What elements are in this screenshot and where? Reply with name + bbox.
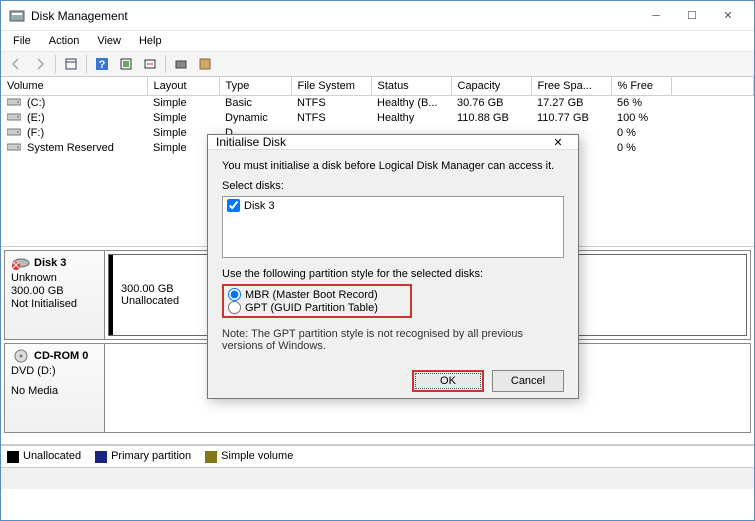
col-capacity[interactable]: Capacity (451, 77, 531, 95)
col-volume[interactable]: Volume (1, 77, 147, 95)
status-bar (1, 467, 754, 489)
cdrom-icon (11, 348, 31, 364)
dialog-message: You must initialise a disk before Logica… (222, 160, 564, 172)
menubar: File Action View Help (1, 31, 754, 51)
mbr-label: MBR (Master Boot Record) (245, 289, 378, 301)
gpt-label: GPT (GUID Partition Table) (245, 302, 378, 314)
properties-button[interactable] (194, 54, 216, 74)
rescan-button[interactable] (139, 54, 161, 74)
drive-icon (7, 112, 21, 122)
maximize-button[interactable]: ☐ (674, 5, 710, 27)
cell-fs: NTFS (291, 111, 371, 126)
disk3-size: 300.00 GB (11, 285, 98, 297)
dialog-close-button[interactable]: ✕ (546, 136, 570, 149)
cell-status: Healthy (371, 111, 451, 126)
cell-pct: 0 % (611, 126, 671, 141)
legend-primary: Primary partition (111, 450, 191, 462)
app-icon (9, 8, 25, 24)
cell-volume: System Reserved (21, 141, 147, 156)
cell-layout: Simple (147, 95, 219, 111)
cancel-button[interactable]: Cancel (492, 370, 564, 392)
refresh-button[interactable] (115, 54, 137, 74)
cell-layout: Simple (147, 111, 219, 126)
legend: Unallocated Primary partition Simple vol… (1, 445, 754, 467)
cell-status: Healthy (B... (371, 95, 451, 111)
svg-text:?: ? (99, 59, 106, 71)
ok-button[interactable]: OK (412, 370, 484, 392)
disk-list[interactable]: Disk 3 (222, 196, 564, 258)
menu-view[interactable]: View (89, 33, 129, 49)
window-title: Disk Management (31, 9, 638, 23)
partition-style-label: Use the following partition style for th… (222, 268, 564, 280)
select-disks-label: Select disks: (222, 180, 564, 192)
table-row[interactable]: (C:) Simple Basic NTFS Healthy (B... 30.… (1, 95, 754, 111)
disk3-status: Unknown (11, 272, 98, 284)
col-freespace[interactable]: Free Spa... (531, 77, 611, 95)
back-button (5, 54, 27, 74)
col-fs[interactable]: File System (291, 77, 371, 95)
disk3-init: Not Initialised (11, 298, 98, 310)
close-button[interactable]: ✕ (710, 5, 746, 27)
drive-icon (7, 142, 21, 152)
cdrom-type: DVD (D:) (11, 365, 98, 377)
cell-type: Basic (219, 95, 291, 111)
disk3-name: Disk 3 (34, 257, 66, 269)
cell-free: 110.77 GB (531, 111, 611, 126)
cell-capacity: 110.88 GB (451, 111, 531, 126)
cell-fs: NTFS (291, 95, 371, 111)
show-hide-button[interactable] (60, 54, 82, 74)
settings-button[interactable] (170, 54, 192, 74)
disk-error-icon: ✕ (11, 255, 31, 271)
menu-file[interactable]: File (5, 33, 39, 49)
cell-capacity: 30.76 GB (451, 95, 531, 111)
cell-pct: 56 % (611, 95, 671, 111)
col-type[interactable]: Type (219, 77, 291, 95)
titlebar: Disk Management ─ ☐ ✕ (1, 1, 754, 31)
menu-action[interactable]: Action (41, 33, 88, 49)
help-button[interactable]: ? (91, 54, 113, 74)
cell-free: 17.27 GB (531, 95, 611, 111)
drive-icon (7, 97, 21, 107)
cell-pct: 0 % (611, 141, 671, 156)
legend-simple: Simple volume (221, 450, 293, 462)
disk3-label: Disk 3 (244, 200, 275, 212)
mbr-radio[interactable] (228, 288, 241, 301)
disk3-checkbox[interactable] (227, 199, 240, 212)
gpt-note: Note: The GPT partition style is not rec… (222, 328, 564, 352)
cdrom-media: No Media (11, 385, 98, 397)
col-layout[interactable]: Layout (147, 77, 219, 95)
forward-button (29, 54, 51, 74)
gpt-option[interactable]: GPT (GUID Partition Table) (228, 301, 406, 314)
mbr-option[interactable]: MBR (Master Boot Record) (228, 288, 406, 301)
minimize-button[interactable]: ─ (638, 5, 674, 27)
toolbar: ? (1, 51, 754, 77)
col-pctfree[interactable]: % Free (611, 77, 671, 95)
table-header-row: Volume Layout Type File System Status Ca… (1, 77, 754, 95)
legend-simple-swatch (205, 451, 217, 463)
cell-pct: 100 % (611, 111, 671, 126)
dialog-title: Initialise Disk (216, 135, 546, 149)
legend-primary-swatch (95, 451, 107, 463)
table-row[interactable]: (E:) Simple Dynamic NTFS Healthy 110.88 … (1, 111, 754, 126)
menu-help[interactable]: Help (131, 33, 170, 49)
svg-text:✕: ✕ (11, 260, 20, 271)
partition-style-group: MBR (Master Boot Record) GPT (GUID Parti… (222, 284, 412, 318)
cell-volume: (E:) (21, 111, 147, 126)
legend-unalloc: Unallocated (23, 450, 81, 462)
disk-list-item[interactable]: Disk 3 (227, 199, 559, 212)
disk-info-cdrom: CD-ROM 0 DVD (D:) No Media (5, 344, 105, 432)
cell-volume: (C:) (21, 95, 147, 111)
gpt-radio[interactable] (228, 301, 241, 314)
cell-volume: (F:) (21, 126, 147, 141)
initialise-disk-dialog: Initialise Disk ✕ You must initialise a … (207, 134, 579, 399)
cdrom-name: CD-ROM 0 (34, 350, 88, 362)
drive-icon (7, 127, 21, 137)
disk-info-disk3: ✕ Disk 3 Unknown 300.00 GB Not Initialis… (5, 251, 105, 339)
legend-unalloc-swatch (7, 451, 19, 463)
cell-type: Dynamic (219, 111, 291, 126)
col-status[interactable]: Status (371, 77, 451, 95)
